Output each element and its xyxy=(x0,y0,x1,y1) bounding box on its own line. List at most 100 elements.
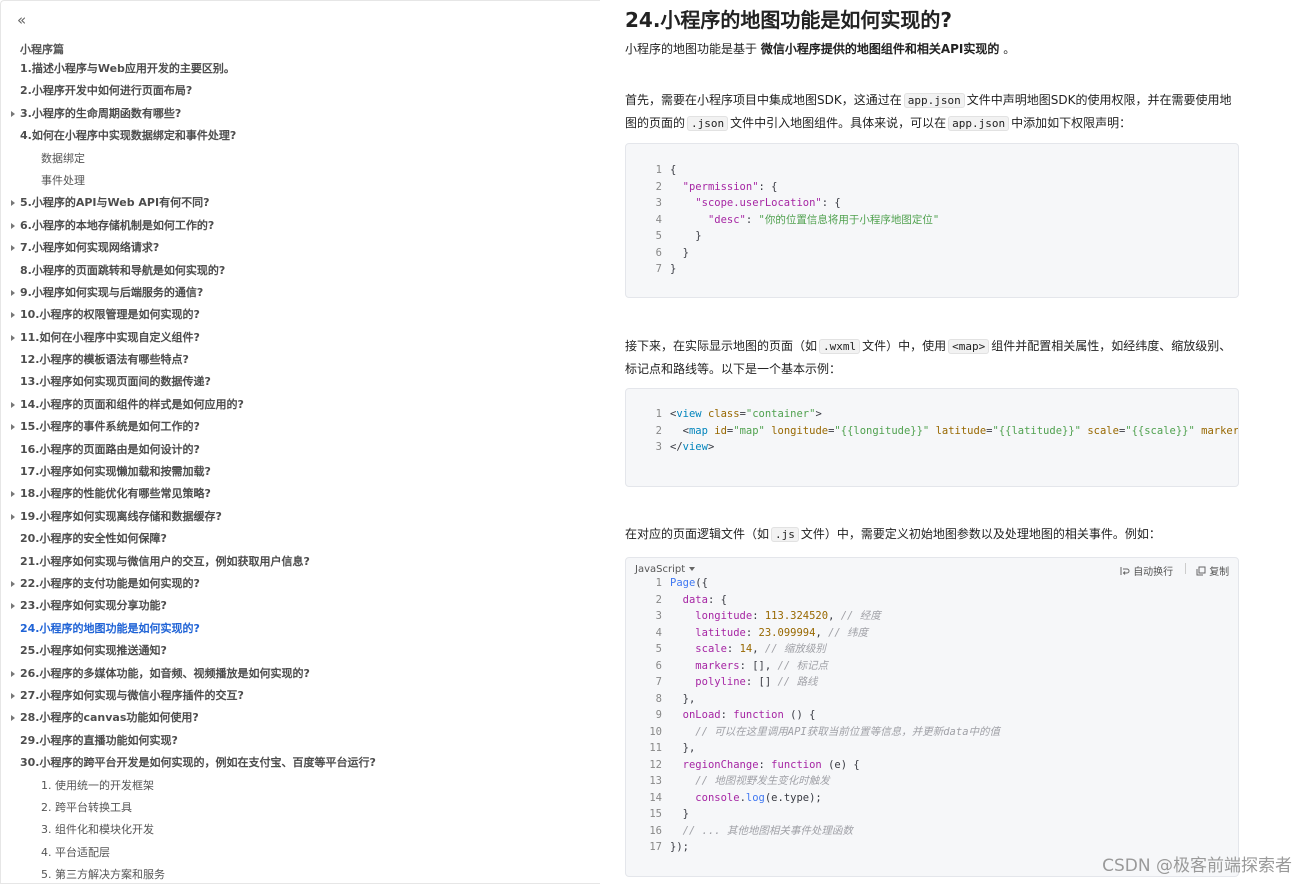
code-lines: 1 <view class="container"> 2 <map id="map"… xyxy=(626,406,1238,456)
toc-item[interactable]: 13.小程序如何实现页面间的数据传递? xyxy=(1,371,601,393)
intro-bold: 微信小程序提供的地图组件和相关API实现的 xyxy=(760,42,1000,56)
caret-right-icon[interactable] xyxy=(11,334,15,341)
toc-item-label: 5.小程序的API与Web API有何不同? xyxy=(20,196,210,210)
toc-item[interactable]: 3.小程序的生命周期函数有哪些? xyxy=(1,103,601,125)
code-token: ({ xyxy=(695,577,708,589)
toc-item[interactable]: 6.小程序的本地存储机制是如何工作的? xyxy=(1,215,601,237)
line-number: 2 xyxy=(655,593,662,606)
code-token: () { xyxy=(783,709,816,721)
code-lines: 1 Page({2 data: {3 longitude: 113.324520,… xyxy=(626,575,1238,856)
toc-item[interactable]: 26.小程序的多媒体功能，如音频、视频播放是如何实现的? xyxy=(1,663,601,685)
toc-item[interactable]: 7.小程序如何实现网络请求? xyxy=(1,237,601,259)
inline-code: app.json xyxy=(948,116,1010,131)
caret-right-icon[interactable] xyxy=(11,670,15,677)
paragraph-text: 首先，需要在小程序项目中集成地图SDK，这通过在 xyxy=(625,93,902,107)
toc-item[interactable]: 3. 组件化和模块化开发 xyxy=(1,819,601,841)
caret-right-icon[interactable] xyxy=(11,110,15,117)
toc-item[interactable]: 24.小程序的地图功能是如何实现的? xyxy=(1,618,601,640)
code-line: 8 }, xyxy=(626,691,1238,708)
paragraph-2: 接下来，在实际显示地图的页面（如 .wxml 文件）中，使用 <map> 组件并配置相关… xyxy=(625,335,1237,380)
line-number: 5 xyxy=(655,230,662,242)
toc-item[interactable]: 21.小程序如何实现与微信用户的交互，例如获取用户信息? xyxy=(1,551,601,573)
toc-item[interactable]: 5.小程序的API与Web API有何不同? xyxy=(1,192,601,214)
code-token: </ xyxy=(670,441,683,453)
toc-item[interactable]: 2. 跨平台转换工具 xyxy=(1,797,601,819)
toc-item[interactable]: 4. 平台适配层 xyxy=(1,842,601,864)
caret-right-icon[interactable] xyxy=(11,491,15,498)
code-line: 4 "desc": "你的位置信息将用于小程序地图定位" xyxy=(626,212,1238,229)
toc-item[interactable]: 2.小程序开发中如何进行页面布局? xyxy=(1,80,601,102)
toc-item[interactable]: 15.小程序的事件系统是如何工作的? xyxy=(1,416,601,438)
code-token: } xyxy=(670,263,677,275)
toc-item[interactable]: 20.小程序的安全性如何保障? xyxy=(1,528,601,550)
toc-item[interactable]: 12.小程序的模板语法有哪些特点? xyxy=(1,349,601,371)
caret-right-icon[interactable] xyxy=(11,424,15,431)
caret-right-icon[interactable] xyxy=(11,312,15,319)
toc-item[interactable]: 11.如何在小程序中实现自定义组件? xyxy=(1,327,601,349)
caret-right-icon[interactable] xyxy=(11,692,15,699)
code-block-js: JavaScript 自动换行 复制 1 Page({2 data: {3 lon… xyxy=(625,557,1239,877)
toc-item[interactable]: 19.小程序如何实现离线存储和数据缓存? xyxy=(1,506,601,528)
code-line: 15 } xyxy=(626,806,1238,823)
code-token: , xyxy=(815,626,829,639)
line-number: 1 xyxy=(655,577,662,589)
toc-item[interactable]: 4.如何在小程序中实现数据绑定和事件处理? xyxy=(1,125,601,147)
line-number: 12 xyxy=(649,758,662,771)
paragraph-text: 文件）中，需要定义初始地图参数以及处理地图的相关事件。例如： xyxy=(800,527,1161,541)
caret-right-icon[interactable] xyxy=(11,715,15,722)
line-number: 4 xyxy=(655,213,662,226)
code-token: latitude xyxy=(695,626,746,639)
toc-item[interactable]: 1. 使用统一的开发框架 xyxy=(1,775,601,797)
caret-right-icon[interactable] xyxy=(11,245,15,252)
toc-item[interactable]: 27.小程序如何实现与微信小程序插件的交互? xyxy=(1,685,601,707)
toc-item[interactable]: 14.小程序的页面和组件的样式是如何应用的? xyxy=(1,394,601,416)
caret-right-icon[interactable] xyxy=(11,580,15,587)
toc-item[interactable]: 17.小程序如何实现懒加载和按需加载? xyxy=(1,461,601,483)
toc-item[interactable]: 25.小程序如何实现推送通知? xyxy=(1,640,601,662)
caret-right-icon[interactable] xyxy=(11,200,15,207)
code-token: "container" xyxy=(745,408,816,420)
toc-item[interactable]: 16.小程序的页面路由是如何设计的? xyxy=(1,439,601,461)
toc-item[interactable]: 28.小程序的canvas功能如何使用? xyxy=(1,707,601,729)
code-line: 16 // ... 其他地图相关事件处理函数 xyxy=(626,823,1238,840)
collapse-icon[interactable]: « xyxy=(17,13,26,28)
toc-item[interactable]: 10.小程序的权限管理是如何实现的? xyxy=(1,304,601,326)
code-token: < xyxy=(670,424,689,437)
paragraph-text: 文件）中，使用 xyxy=(862,339,947,353)
toc-item-label: 13.小程序如何实现页面间的数据传递? xyxy=(20,375,211,389)
line-number: 15 xyxy=(649,808,662,820)
caret-right-icon[interactable] xyxy=(11,513,15,520)
caret-right-icon[interactable] xyxy=(11,289,15,296)
toc-item[interactable]: 29.小程序的直播功能如何实现? xyxy=(1,730,601,752)
toc-item[interactable]: 1.描述小程序与Web应用开发的主要区别。 xyxy=(1,58,601,80)
code-token: > xyxy=(707,441,715,453)
language-select[interactable]: JavaScript xyxy=(635,564,696,575)
code-token: onLoad xyxy=(682,709,721,721)
toc-item[interactable]: 数据绑定 xyxy=(1,148,601,170)
toc-item[interactable]: 23.小程序如何实现分享功能? xyxy=(1,595,601,617)
code-token: "{{longitude}}" xyxy=(834,424,930,437)
toc-item[interactable]: 9.小程序如何实现与后端服务的通信? xyxy=(1,282,601,304)
line-number: 9 xyxy=(655,709,662,721)
line-number: 3 xyxy=(655,610,662,622)
code-token: }, xyxy=(670,692,696,705)
toc-item-label: 3. 组件化和模块化开发 xyxy=(41,823,154,837)
toc-item[interactable]: 30.小程序的跨平台开发是如何实现的，例如在支付宝、百度等平台运行? xyxy=(1,752,601,774)
code-token: function xyxy=(771,758,822,771)
toc-item[interactable]: 5. 第三方解决方案和服务 xyxy=(1,864,601,886)
caret-right-icon[interactable] xyxy=(11,603,15,610)
toc-item[interactable]: 22.小程序的支付功能是如何实现的? xyxy=(1,573,601,595)
toc-item[interactable]: 18.小程序的性能优化有哪些常见策略? xyxy=(1,483,601,505)
code-token: map xyxy=(688,424,708,437)
caret-right-icon[interactable] xyxy=(11,222,15,229)
code-line: 4 latitude: 23.099994, // 纬度 xyxy=(626,625,1238,642)
code-line: 12 regionChange: function (e) { xyxy=(626,757,1238,774)
line-number: 6 xyxy=(655,246,662,259)
caret-right-icon[interactable] xyxy=(11,401,15,408)
toc-item[interactable]: 事件处理 xyxy=(1,170,601,192)
code-token: , xyxy=(828,610,841,622)
toc-item[interactable]: 8.小程序的页面跳转和导航是如何实现的? xyxy=(1,260,601,282)
